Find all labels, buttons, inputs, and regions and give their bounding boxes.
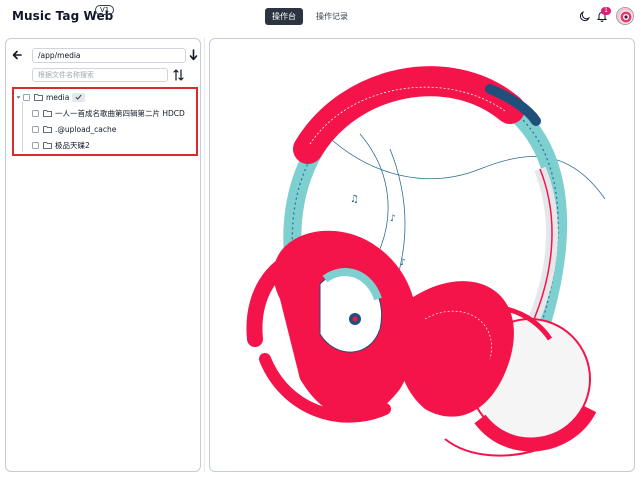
filename-search-input[interactable]: [32, 68, 168, 82]
folder-icon: [43, 125, 52, 133]
folder-icon: [43, 109, 52, 117]
avatar[interactable]: [616, 7, 634, 25]
root-checkbox[interactable]: [23, 93, 30, 101]
check-icon: [75, 94, 82, 100]
path-bar: [12, 47, 198, 63]
tree-item-label: 一人一首成名歌曲第四辑第二片 HDCD: [55, 108, 185, 118]
tree-item-label: media: [46, 92, 70, 102]
moon-icon[interactable]: [579, 10, 591, 22]
headphones-illustration: ♫ ♪ ♪: [246, 66, 606, 457]
tab-history[interactable]: 操作记录: [309, 8, 355, 25]
top-bar: Music Tag Web V1 操作台 操作记录 1: [0, 0, 640, 34]
folder-icon: [43, 141, 52, 149]
nav-tabs: 操作台 操作记录: [265, 8, 355, 25]
tree-item-label: .@upload_cache: [55, 124, 117, 134]
tree-item[interactable]: 极品天碟2: [32, 139, 90, 151]
music-note-icon: ♪: [400, 258, 406, 268]
arrow-left-icon[interactable]: [12, 49, 22, 61]
item-checkbox[interactable]: [32, 109, 39, 117]
item-checkbox[interactable]: [32, 125, 39, 133]
caret-down-icon[interactable]: [16, 95, 21, 100]
folder-tree: media 一人一首成名歌曲第四辑第二片 HDCD .@upload_cache: [12, 87, 198, 156]
tree-item-root[interactable]: media: [16, 91, 86, 103]
item-checkbox[interactable]: [32, 141, 39, 149]
tree-item[interactable]: 一人一首成名歌曲第四辑第二片 HDCD: [32, 107, 185, 119]
file-browser-panel: media 一人一首成名歌曲第四辑第二片 HDCD .@upload_cache: [5, 38, 201, 472]
music-note-icon: ♪: [390, 214, 396, 224]
folder-icon: [34, 93, 43, 101]
avatar-image: [617, 8, 633, 24]
panel-divider[interactable]: [204, 38, 205, 472]
tree-guide-line: [22, 102, 23, 152]
version-badge: V1: [95, 5, 115, 15]
sort-icon[interactable]: [173, 69, 184, 81]
tree-item[interactable]: .@upload_cache: [32, 123, 116, 135]
tree-item-label: 极品天碟2: [55, 140, 90, 150]
music-note-icon: ♫: [350, 194, 359, 205]
tab-console[interactable]: 操作台: [265, 8, 303, 25]
notification-badge: 1: [601, 7, 611, 15]
confirm-folder-button[interactable]: [72, 92, 86, 102]
content-panel: ♫ ♪ ♪: [209, 38, 635, 472]
path-input[interactable]: [32, 48, 186, 63]
arrow-down-icon[interactable]: [189, 49, 198, 61]
